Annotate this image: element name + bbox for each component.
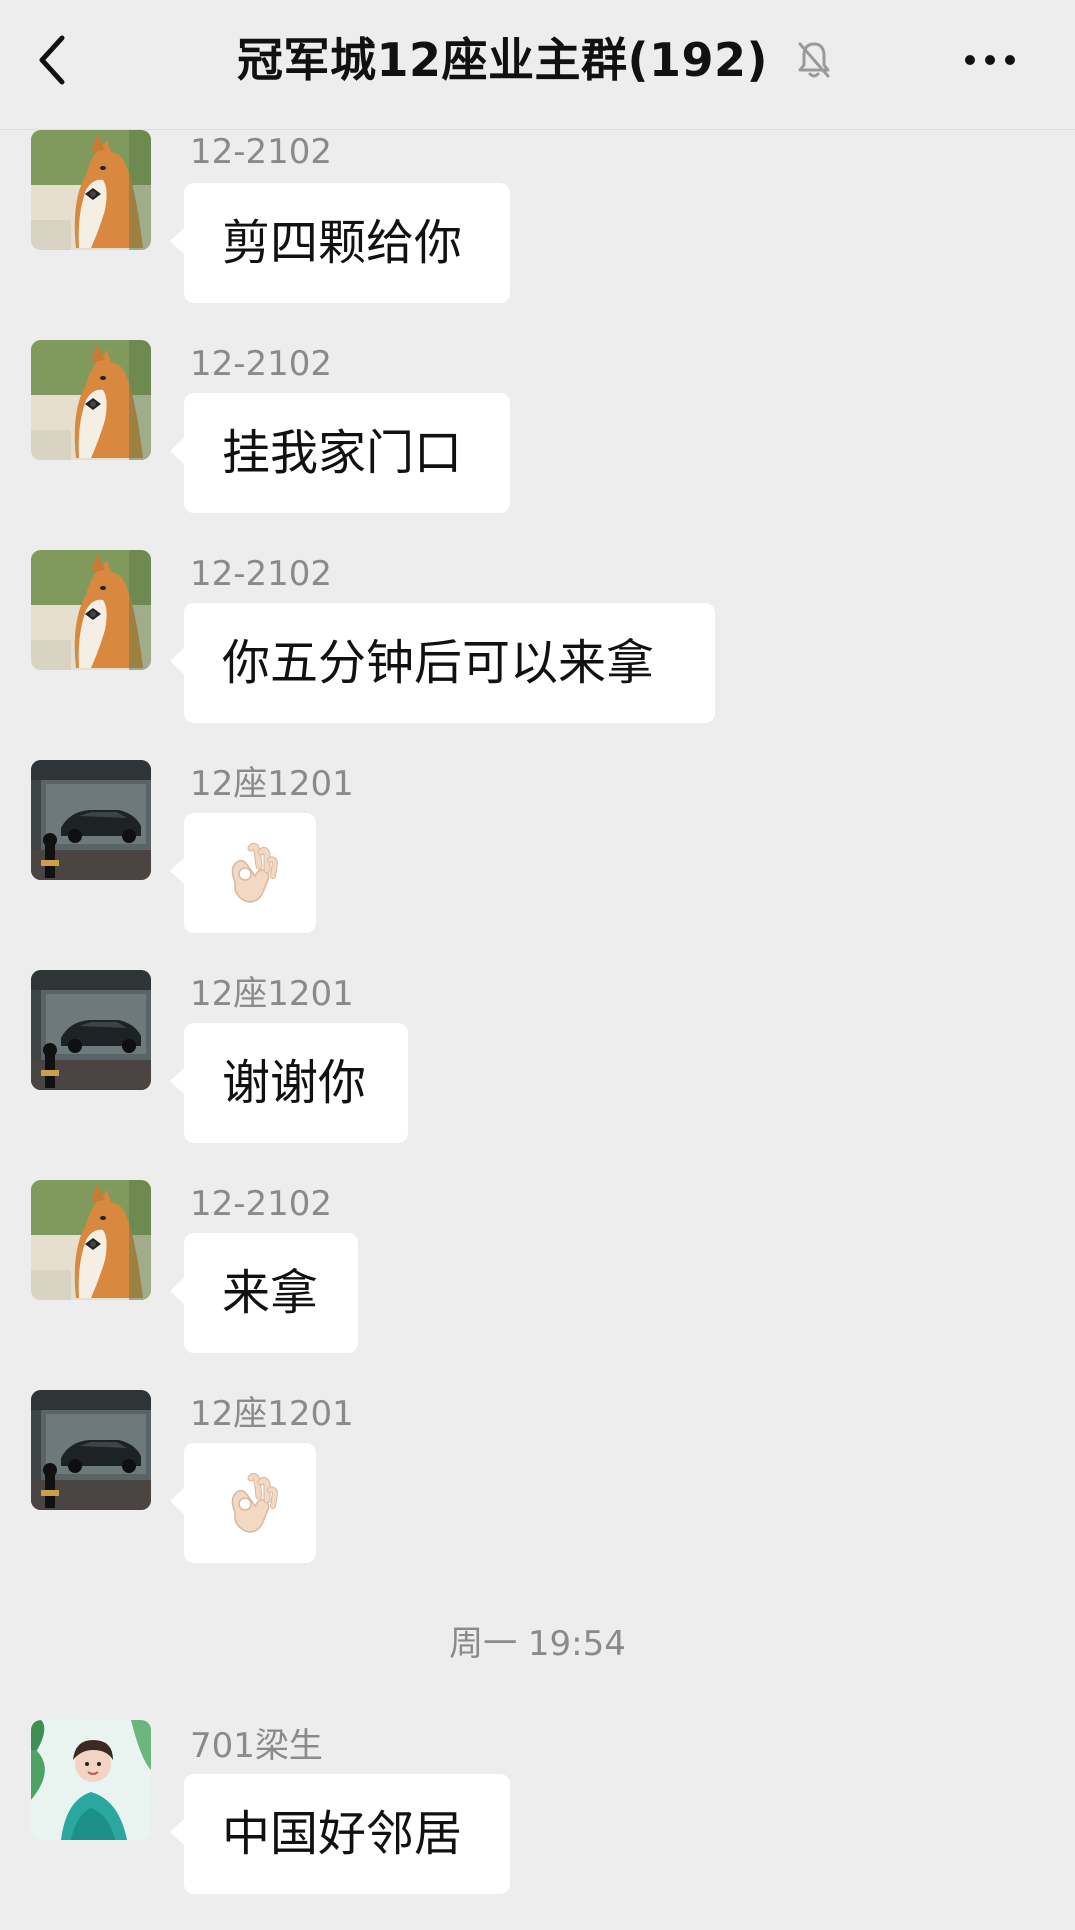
- sender-name: 12-2102: [190, 344, 333, 384]
- chat-header: 冠军城12座业主群(192): [0, 0, 1075, 130]
- time-divider: 周一 19:54: [449, 1624, 626, 1664]
- more-dots-icon: [965, 55, 1015, 65]
- chat-title-container: 冠军城12座业主群(192): [0, 28, 1075, 92]
- avatar[interactable]: [31, 970, 151, 1090]
- sender-name: 12座1201: [190, 1394, 354, 1434]
- avatar[interactable]: [31, 340, 151, 460]
- avatar[interactable]: [31, 1720, 151, 1840]
- more-button[interactable]: [960, 38, 1020, 82]
- corgi-avatar-icon: [31, 130, 151, 250]
- message-bubble[interactable]: 你五分钟后可以来拿: [170, 603, 715, 723]
- avatar[interactable]: [31, 130, 151, 250]
- corgi-avatar-icon: [31, 340, 151, 460]
- message-bubble[interactable]: [170, 1443, 316, 1563]
- avatar[interactable]: [31, 1180, 151, 1300]
- ok-hand-emoji-icon: [215, 1468, 285, 1538]
- avatar[interactable]: [31, 1390, 151, 1510]
- car-avatar-icon: [31, 760, 151, 880]
- corgi-avatar-icon: [31, 1180, 151, 1300]
- message-bubble[interactable]: 谢谢你: [170, 1023, 408, 1143]
- car-avatar-icon: [31, 970, 151, 1090]
- avatar[interactable]: [31, 760, 151, 880]
- ok-hand-emoji-icon: [215, 838, 285, 908]
- child-avatar-icon: [31, 1720, 151, 1840]
- sender-name: 12-2102: [190, 554, 333, 594]
- sender-name: 12-2102: [190, 1184, 333, 1224]
- car-avatar-icon: [31, 1390, 151, 1510]
- chat-screen: 冠军城12座业主群(192) 12-2102 剪四颗给你 12-2102 挂我家…: [0, 0, 1075, 1930]
- bell-off-icon: [792, 38, 836, 82]
- message-bubble[interactable]: [170, 813, 316, 933]
- sender-name: 12座1201: [190, 764, 354, 804]
- sender-name: 12-2102: [190, 132, 333, 172]
- chat-title: 冠军城12座业主群(192): [236, 33, 769, 87]
- message-bubble[interactable]: 剪四颗给你: [170, 183, 510, 303]
- message-bubble[interactable]: 挂我家门口: [170, 393, 510, 513]
- corgi-avatar-icon: [31, 550, 151, 670]
- sender-name: 12座1201: [190, 974, 354, 1014]
- sender-name: 701梁生: [190, 1726, 323, 1766]
- message-bubble[interactable]: 来拿: [170, 1233, 358, 1353]
- message-bubble[interactable]: 中国好邻居: [170, 1774, 510, 1894]
- avatar[interactable]: [31, 550, 151, 670]
